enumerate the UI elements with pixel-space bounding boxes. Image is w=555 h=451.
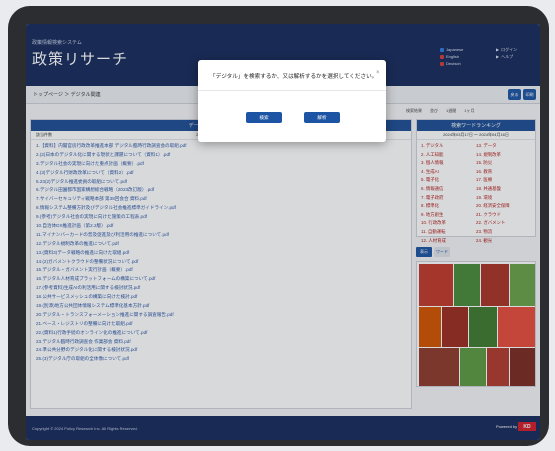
search-or-analyze-dialog: 「デジタル」を検索するか、又は解析するかを選択してください。 × 検索 解析 xyxy=(198,60,386,142)
analyze-button[interactable]: 解析 xyxy=(304,112,340,123)
dialog-divider xyxy=(198,90,386,91)
close-icon[interactable]: × xyxy=(376,70,380,76)
screen: 政策情報検索システム 政策リサーチ Japanese English Deuts… xyxy=(26,24,540,440)
device-frame: 政策情報検索システム 政策リサーチ Japanese English Deuts… xyxy=(8,6,549,446)
dialog-message: 「デジタル」を検索するか、又は解析するかを選択してください。 xyxy=(210,74,378,80)
search-button[interactable]: 検索 xyxy=(246,112,282,123)
